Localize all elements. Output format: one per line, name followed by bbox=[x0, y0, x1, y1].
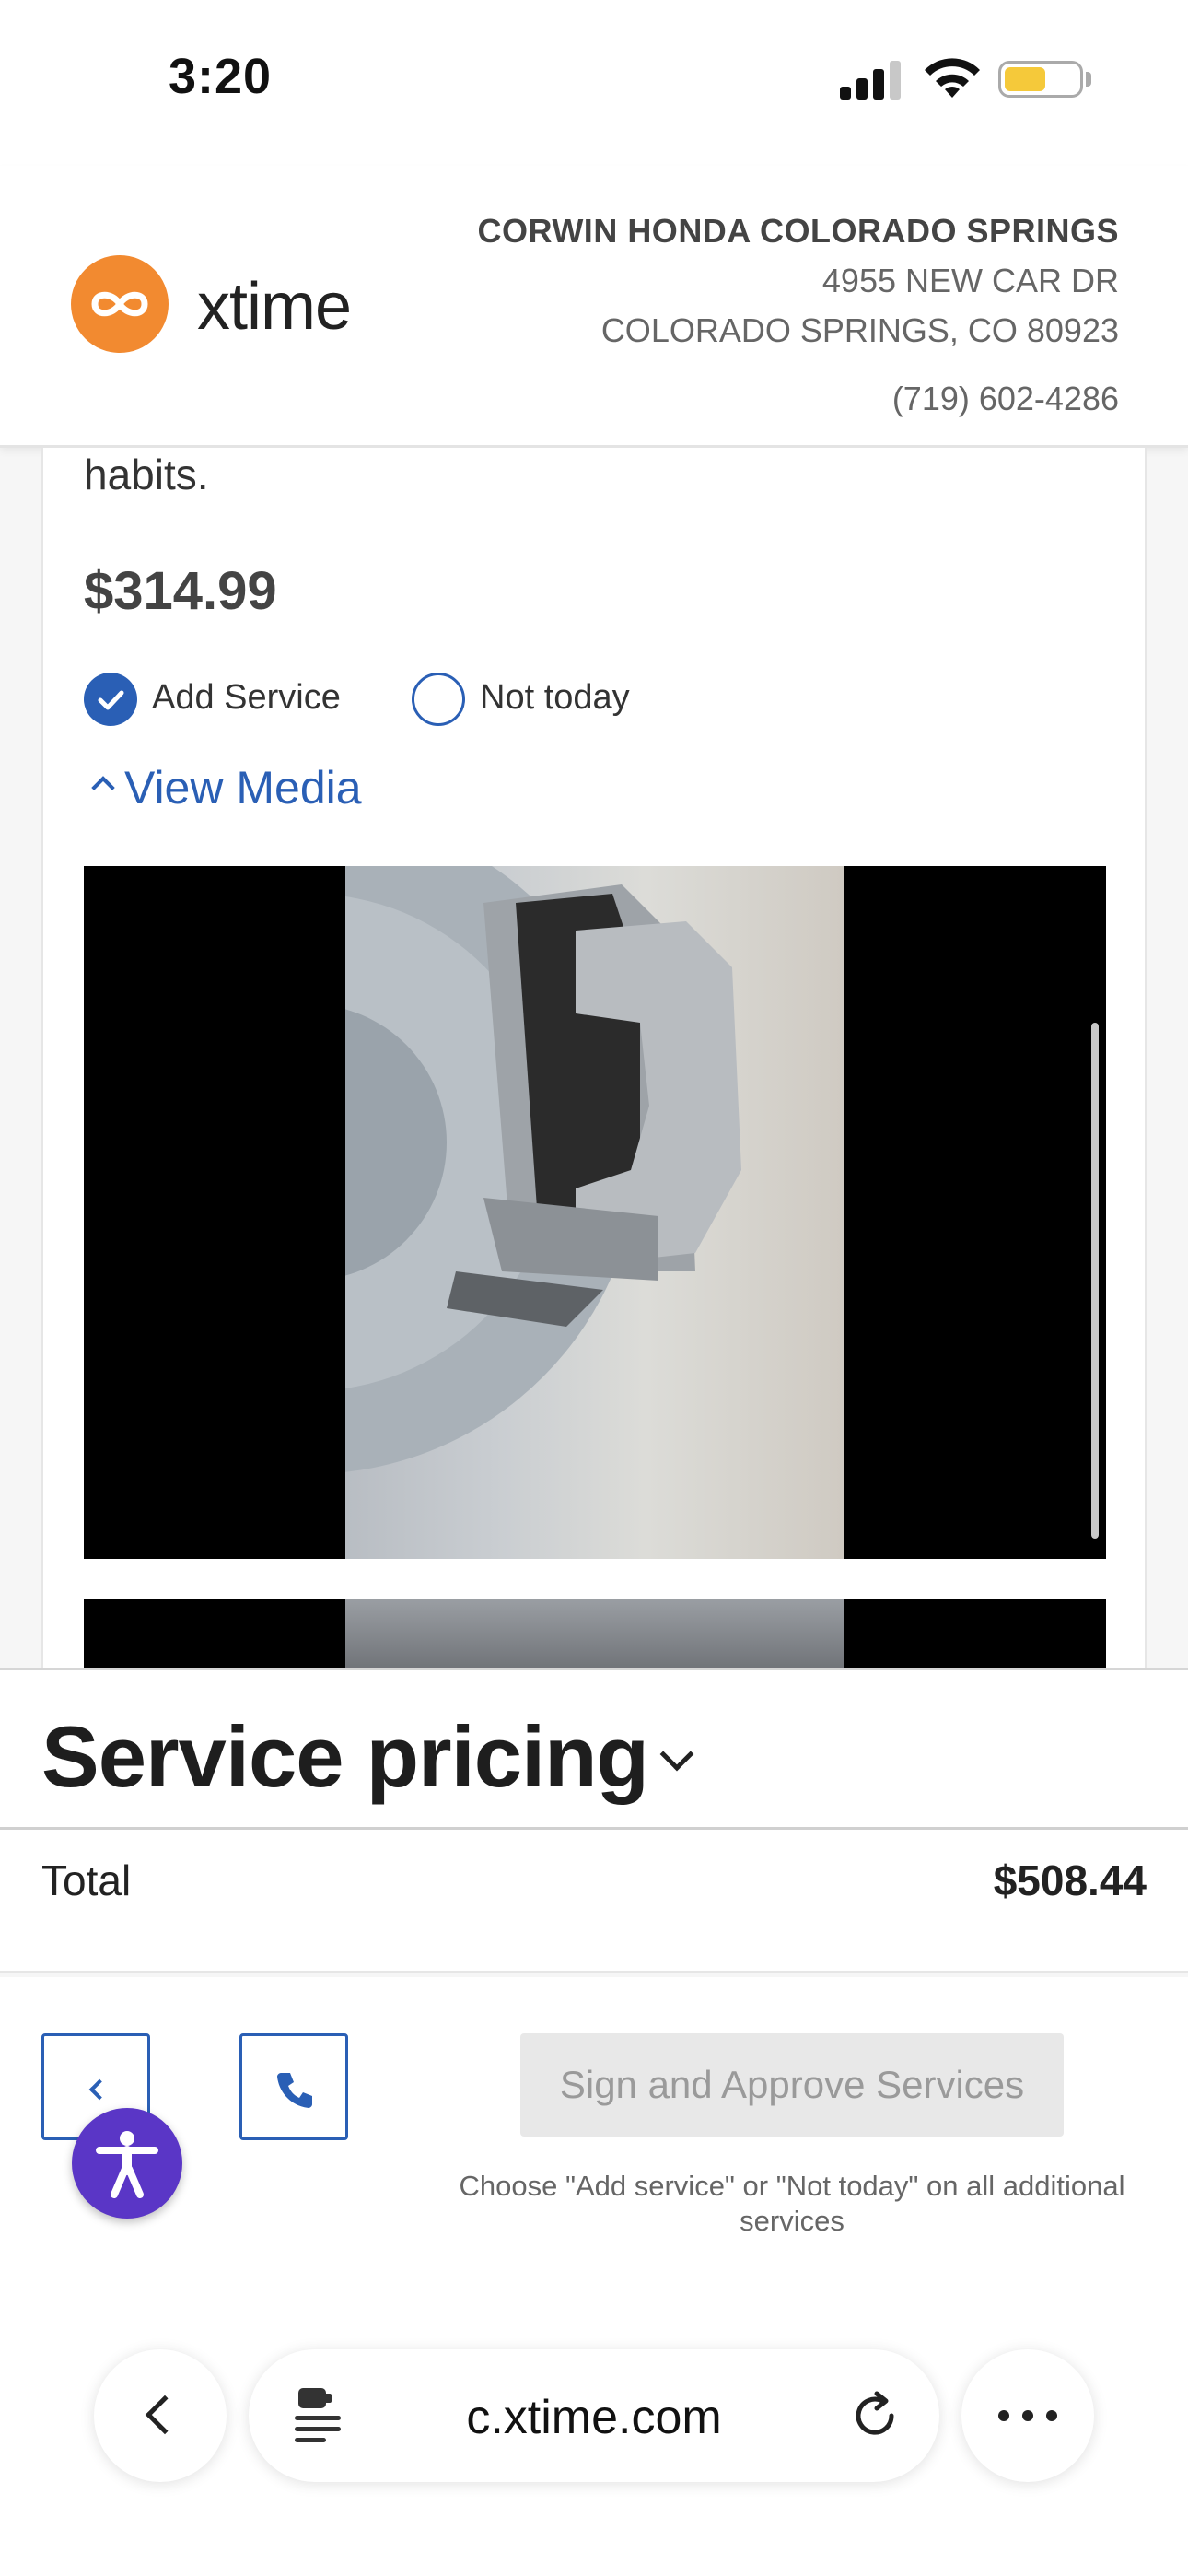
total-row: Total $508.44 bbox=[0, 1830, 1188, 1973]
media-scrollbar[interactable] bbox=[1091, 1023, 1099, 1539]
not-today-radio[interactable] bbox=[412, 673, 465, 726]
service-pricing-header[interactable]: Service pricing bbox=[0, 1668, 1188, 1830]
site-header: xtime CORWIN HONDA COLORADO SPRINGS 4955… bbox=[0, 166, 1188, 448]
dealer-name: CORWIN HONDA COLORADO SPRINGS bbox=[477, 212, 1119, 250]
status-bar: 3:20 bbox=[0, 0, 1188, 166]
chevron-down-icon bbox=[659, 1737, 694, 1772]
browser-toolbar: c.xtime.com bbox=[0, 2322, 1188, 2576]
address-bar[interactable]: c.xtime.com bbox=[249, 2349, 939, 2482]
chevron-left-icon bbox=[145, 2395, 185, 2435]
battery-level bbox=[1005, 67, 1045, 91]
dealer-phone-link[interactable]: (719) 602-4286 bbox=[892, 380, 1119, 418]
dealer-address-line2: COLORADO SPRINGS, CO 80923 bbox=[600, 311, 1119, 349]
chevron-left-icon bbox=[88, 2078, 111, 2101]
battery-cap bbox=[1086, 72, 1091, 87]
add-service-radio[interactable] bbox=[84, 673, 137, 726]
pricing-title: Service pricing bbox=[41, 1708, 649, 1805]
second-photo bbox=[345, 1599, 844, 1668]
service-price: $314.99 bbox=[84, 561, 277, 621]
sign-and-approve-button[interactable]: Sign and Approve Services bbox=[520, 2033, 1064, 2137]
view-media-toggle[interactable]: View Media bbox=[89, 761, 362, 814]
brake-caliper-photo bbox=[345, 866, 844, 1559]
chevron-up-icon bbox=[91, 776, 115, 800]
ellipsis-icon bbox=[998, 2410, 1057, 2421]
url-text: c.xtime.com bbox=[466, 2391, 722, 2444]
service-description: habits. bbox=[84, 451, 209, 498]
view-media-label: View Media bbox=[124, 762, 362, 814]
call-dealer-button[interactable] bbox=[239, 2033, 348, 2140]
service-card: habits. $314.99 Add Service Not today Vi… bbox=[41, 448, 1147, 1668]
cellular-signal-icon bbox=[840, 61, 901, 100]
wifi-icon bbox=[925, 58, 980, 98]
accessibility-icon bbox=[96, 2131, 158, 2198]
not-today-label[interactable]: Not today bbox=[480, 678, 630, 718]
phone-icon bbox=[277, 2073, 312, 2108]
screen: 3:20 xtime CORWIN HONDA COLORADO SPRINGS… bbox=[0, 0, 1188, 2576]
status-time: 3:20 bbox=[169, 49, 273, 104]
media-item-photo[interactable] bbox=[84, 866, 1106, 1559]
total-label: Total bbox=[41, 1856, 132, 1904]
media-item-photo-2[interactable] bbox=[84, 1599, 1106, 1668]
checkmark-icon bbox=[98, 690, 124, 710]
dealer-address-line1: 4955 NEW CAR DR bbox=[821, 262, 1119, 299]
approve-helper-text: Choose "Add service" or "Not today" on a… bbox=[459, 2170, 1125, 2237]
add-service-label[interactable]: Add Service bbox=[152, 678, 341, 718]
battery-icon bbox=[998, 61, 1083, 98]
xtime-logo-icon bbox=[71, 255, 169, 353]
total-value: $508.44 bbox=[993, 1856, 1147, 1904]
browser-back-button[interactable] bbox=[94, 2349, 227, 2482]
accessibility-button[interactable] bbox=[72, 2108, 182, 2219]
more-options-button[interactable] bbox=[961, 2349, 1094, 2482]
brand-name: xtime bbox=[197, 270, 352, 344]
reload-icon[interactable] bbox=[849, 2390, 901, 2441]
